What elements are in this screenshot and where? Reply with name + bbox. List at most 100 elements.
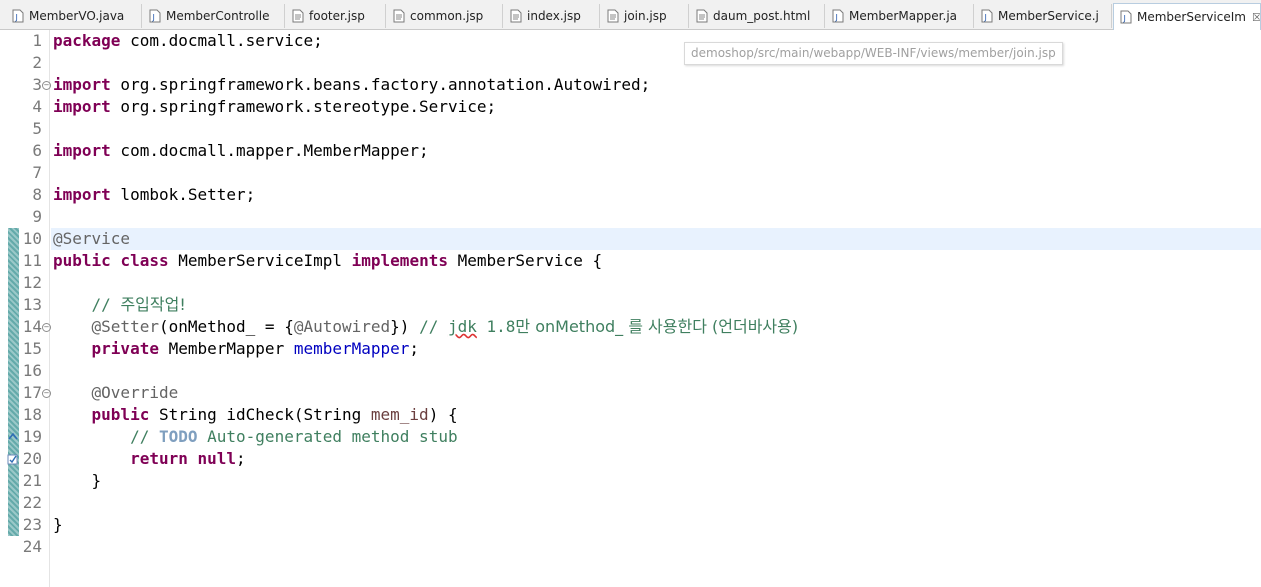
- code-text: MemberMapper: [158, 339, 294, 358]
- code-line: private MemberMapper memberMapper;: [53, 338, 420, 360]
- keyword: implements: [351, 251, 448, 270]
- code-line: }: [53, 514, 63, 536]
- task-marker-icon[interactable]: [7, 453, 19, 465]
- code-text: lombok.Setter;: [110, 185, 256, 204]
- line-number: 2: [32, 53, 42, 72]
- jsp-file-icon: [292, 9, 304, 23]
- svg-text:J: J: [152, 13, 155, 22]
- todo-tag: TODO: [158, 427, 198, 446]
- tab-join-jsp[interactable]: join.jsp: [601, 4, 689, 28]
- line-number: 21: [22, 471, 42, 490]
- tab-label: MemberVO.java: [29, 9, 125, 23]
- tab-membermapper-java[interactable]: J MemberMapper.ja: [826, 4, 974, 28]
- jsp-file-icon: [607, 9, 619, 23]
- tab-path-tooltip: demoshop/src/main/webapp/WEB-INF/views/m…: [684, 42, 1063, 65]
- tab-index-jsp[interactable]: index.jsp: [504, 4, 600, 28]
- keyword: public: [91, 405, 150, 424]
- line-number: 3: [32, 75, 42, 94]
- code-line: import com.docmall.mapper.MemberMapper;: [53, 140, 429, 162]
- code-text: org.springframework.stereotype.Service;: [110, 97, 497, 116]
- code-line: // 주입작업!: [53, 294, 186, 316]
- code-text: String idCheck(String: [149, 405, 371, 424]
- svg-text:J: J: [15, 13, 18, 22]
- tab-label: footer.jsp: [309, 9, 365, 23]
- tab-memberserviceimpl-java[interactable]: J MemberServiceIm ☒: [1113, 3, 1261, 30]
- jsp-file-icon: [393, 9, 405, 23]
- code-line: @Override: [53, 382, 179, 404]
- svg-text:J: J: [835, 13, 838, 22]
- code-text: ;: [236, 449, 246, 468]
- line-number-gutter: 1 2 3 4 5 6 7 8 9 10 11 12 13 14 15 16 1…: [0, 30, 51, 587]
- tab-label: index.jsp: [527, 9, 581, 23]
- code-text: }: [53, 471, 102, 490]
- code-text: org.springframework.beans.factory.annota…: [110, 75, 651, 94]
- code-editor[interactable]: 1 2 3 4 5 6 7 8 9 10 11 12 13 14 15 16 1…: [0, 30, 1261, 587]
- line-number: 16: [22, 361, 42, 380]
- fold-toggle-icon[interactable]: −: [42, 382, 51, 404]
- html-file-icon: [696, 9, 708, 23]
- keyword: return: [130, 449, 188, 468]
- keyword: package: [53, 31, 121, 50]
- code-line: import org.springframework.stereotype.Se…: [53, 96, 496, 118]
- annotation: @Setter: [91, 317, 159, 336]
- keyword: import: [53, 75, 111, 94]
- line-number: 11: [22, 251, 42, 270]
- comment-misspelled: jdk: [447, 317, 477, 336]
- code-line: }: [53, 470, 102, 492]
- line-number: 17: [22, 383, 42, 402]
- tab-label: MemberControlle: [166, 9, 270, 23]
- java-file-icon: J: [832, 9, 844, 23]
- tab-label: MemberServiceIm: [1137, 10, 1246, 24]
- java-file-icon: J: [1120, 10, 1132, 24]
- tab-label: MemberMapper.ja: [849, 9, 958, 23]
- comment: //: [91, 295, 121, 314]
- keyword: private: [91, 339, 159, 358]
- override-marker-icon[interactable]: [7, 431, 19, 443]
- java-file-icon: J: [12, 9, 24, 23]
- line-number: 24: [22, 537, 42, 556]
- svg-text:J: J: [1123, 14, 1126, 23]
- fold-toggle-icon[interactable]: −: [42, 74, 51, 96]
- tab-memberservice-java[interactable]: J MemberService.j: [975, 4, 1112, 28]
- comment: //: [130, 427, 159, 446]
- close-tab-icon[interactable]: ☒: [1252, 11, 1260, 24]
- comment: 주입작업!: [120, 295, 186, 314]
- line-number: 6: [32, 141, 42, 160]
- keyword: import: [53, 141, 111, 160]
- code-line: @Setter(onMethod_ = {@Autowired}) // jdk…: [53, 316, 799, 338]
- code-line: // TODO Auto-generated method stub: [53, 426, 458, 448]
- code-text: MemberServiceImpl: [168, 251, 352, 270]
- code-line: @Service: [53, 228, 130, 250]
- code-text: (onMethod_ = {: [158, 317, 294, 336]
- code-line: return null;: [53, 448, 246, 470]
- tab-common-jsp[interactable]: common.jsp: [387, 4, 503, 28]
- fold-toggle-icon[interactable]: −: [42, 316, 51, 338]
- comment: Auto-generated method stub: [197, 427, 458, 446]
- line-number: 4: [32, 97, 42, 116]
- parameter-name: mem_id: [370, 405, 429, 424]
- code-line: public class MemberServiceImpl implement…: [53, 250, 602, 272]
- comment: 1.8: [476, 317, 516, 336]
- line-number: 13: [22, 295, 42, 314]
- tab-daum-post-html[interactable]: daum_post.html: [690, 4, 825, 28]
- line-number: 22: [22, 493, 42, 512]
- code-text: com.docmall.mapper.MemberMapper;: [110, 141, 429, 160]
- java-file-icon: J: [981, 9, 993, 23]
- tab-membercontroller-java[interactable]: J MemberControlle: [143, 4, 285, 28]
- annotation: @Service: [53, 229, 131, 248]
- line-number: 23: [22, 515, 42, 534]
- code-text: MemberService {: [447, 251, 603, 270]
- line-number: 1: [32, 31, 42, 50]
- code-text: }): [390, 317, 420, 336]
- keyword: import: [53, 97, 111, 116]
- line-number: 7: [32, 163, 42, 182]
- svg-text:J: J: [984, 13, 987, 22]
- line-number: 18: [22, 405, 42, 424]
- tab-footer-jsp[interactable]: footer.jsp: [286, 4, 386, 28]
- annotation: @Autowired: [293, 317, 391, 336]
- tab-membervo-java[interactable]: J MemberVO.java: [6, 4, 142, 28]
- comment: 만 onMethod_ 를 사용한다 (언더바사용): [515, 317, 799, 336]
